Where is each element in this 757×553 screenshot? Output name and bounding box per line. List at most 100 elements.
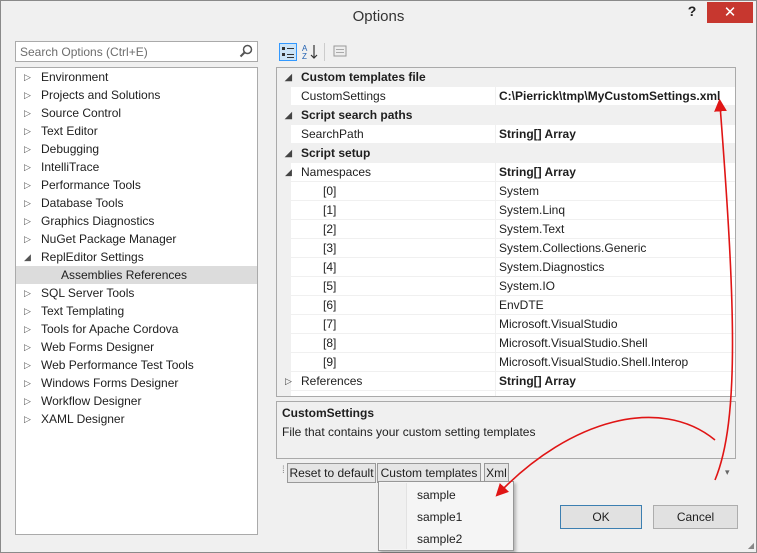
grid-property-row[interactable]: [8] Microsoft.VisualStudio.Shell (277, 334, 735, 353)
collapsed-arrow-icon[interactable]: ▷ (24, 284, 34, 302)
property-pages-button[interactable] (332, 43, 350, 61)
collapsed-arrow-icon[interactable]: ▷ (24, 158, 34, 176)
property-value[interactable]: System (499, 182, 539, 201)
property-value[interactable]: Microsoft.VisualStudio.Shell (499, 334, 648, 353)
collapsed-arrow-icon[interactable]: ▷ (24, 104, 34, 122)
tree-item[interactable]: ▷ Workflow Designer (16, 392, 257, 410)
property-value[interactable]: EnvDTE (499, 296, 544, 315)
categorized-view-button[interactable] (279, 43, 297, 61)
grid-property-row[interactable]: [0] System (277, 182, 735, 201)
close-button[interactable]: ✕ (707, 2, 753, 23)
grid-property-row[interactable]: [2] System.Text (277, 220, 735, 239)
tree-item[interactable]: ▷ Debugging (16, 140, 257, 158)
tree-item[interactable]: ▷ Tools for Apache Cordova (16, 320, 257, 338)
collapsed-arrow-icon[interactable]: ▷ (24, 140, 34, 158)
collapsed-arrow-icon[interactable]: ▷ (24, 338, 34, 356)
property-value[interactable]: System.Linq (499, 201, 565, 220)
grid-property-row[interactable]: [7] Microsoft.VisualStudio (277, 315, 735, 334)
tree-item-label: Database Tools (41, 196, 124, 210)
collapsed-arrow-icon[interactable]: ▷ (24, 194, 34, 212)
grid-property-row[interactable]: ◢ Namespaces String[] Array (277, 163, 735, 182)
tree-item[interactable]: ▷ IntelliTrace (16, 158, 257, 176)
tree-item-label: Workflow Designer (41, 394, 142, 408)
xml-button[interactable]: Xml (484, 463, 509, 483)
grid-category-row[interactable]: ◢ Script search paths (277, 106, 735, 125)
tree-item[interactable]: ▷ Web Performance Test Tools (16, 356, 257, 374)
options-tree: ▷ Environment ▷ Projects and Solutions ▷ Sour… (15, 67, 258, 535)
custom-templates-button[interactable]: Custom templates (377, 463, 481, 483)
tree-item[interactable]: Assemblies References (16, 266, 257, 284)
resize-grip-icon[interactable]: ◢ (748, 541, 754, 550)
overflow-dropdown-icon[interactable]: ▾ (725, 467, 730, 478)
property-value[interactable]: String[] Array (499, 372, 576, 391)
tree-item[interactable]: ▷ Web Forms Designer (16, 338, 257, 356)
property-value[interactable]: System.Text (499, 220, 564, 239)
property-value[interactable]: String[] Array (499, 163, 576, 182)
cancel-button[interactable]: Cancel (653, 505, 738, 529)
collapsed-arrow-icon[interactable]: ▷ (24, 176, 34, 194)
tree-item[interactable]: ▷ Source Control (16, 104, 257, 122)
grid-property-row[interactable]: [9] Microsoft.VisualStudio.Shell.Interop (277, 353, 735, 372)
collapsed-arrow-icon[interactable]: ▷ (24, 122, 34, 140)
tree-item[interactable]: ▷ Text Editor (16, 122, 257, 140)
expanded-arrow-icon[interactable]: ◢ (24, 248, 34, 266)
tree-item[interactable]: ▷ Performance Tools (16, 176, 257, 194)
grid-property-row[interactable]: [4] System.Diagnostics (277, 258, 735, 277)
expanded-arrow-icon[interactable]: ◢ (285, 144, 292, 163)
property-value[interactable]: C:\Pierrick\tmp\MyCustomSettings.xml (499, 87, 720, 106)
tree-item[interactable]: ▷ Windows Forms Designer (16, 374, 257, 392)
tree-item[interactable]: ▷ Projects and Solutions (16, 86, 257, 104)
tree-item[interactable]: ▷ NuGet Package Manager (16, 230, 257, 248)
menu-item-sample2[interactable]: sample2 (417, 529, 462, 549)
grid-property-row[interactable]: [5] System.IO (277, 277, 735, 296)
tree-item[interactable]: ▷ Text Templating (16, 302, 257, 320)
grid-property-row[interactable]: [1] System.Linq (277, 201, 735, 220)
tree-item[interactable]: ▷ SQL Server Tools (16, 284, 257, 302)
grid-property-row[interactable]: ▷ References String[] Array (277, 372, 735, 391)
collapsed-arrow-icon[interactable]: ▷ (24, 320, 34, 338)
alphabetical-view-button[interactable]: A Z (301, 43, 319, 61)
collapsed-arrow-icon[interactable]: ▷ (285, 372, 292, 391)
property-value[interactable]: Microsoft.VisualStudio (499, 315, 618, 334)
collapsed-arrow-icon[interactable]: ▷ (24, 230, 34, 248)
tree-item-label: Web Forms Designer (41, 340, 155, 354)
menu-item-sample[interactable]: sample (417, 485, 456, 505)
property-value[interactable]: System.Collections.Generic (499, 239, 646, 258)
collapsed-arrow-icon[interactable]: ▷ (24, 302, 34, 320)
grid-category-row[interactable]: ◢ Custom templates file (277, 68, 735, 87)
property-value[interactable]: System.Diagnostics (499, 258, 604, 277)
grid-property-row[interactable]: [6] EnvDTE (277, 296, 735, 315)
toolbar-grip-icon[interactable]: ⁞ (282, 465, 285, 476)
tree-item-label: Performance Tools (41, 178, 141, 192)
expanded-arrow-icon[interactable]: ◢ (285, 163, 292, 182)
grid-property-row[interactable]: [3] System.Collections.Generic (277, 239, 735, 258)
search-options-input[interactable]: Search Options (Ctrl+E) (15, 41, 258, 62)
collapsed-arrow-icon[interactable]: ▷ (24, 86, 34, 104)
tree-item[interactable]: ◢ ReplEditor Settings (16, 248, 257, 266)
tree-item[interactable]: ▷ Database Tools (16, 194, 257, 212)
collapsed-arrow-icon[interactable]: ▷ (24, 392, 34, 410)
menu-item-sample1[interactable]: sample1 (417, 507, 462, 527)
tree-item[interactable]: ▷ Environment (16, 68, 257, 86)
expanded-arrow-icon[interactable]: ◢ (285, 68, 292, 87)
property-name: References (301, 374, 363, 388)
grid-category-row[interactable]: ◢ Script setup (277, 144, 735, 163)
collapsed-arrow-icon[interactable]: ▷ (24, 212, 34, 230)
collapsed-arrow-icon[interactable]: ▷ (24, 410, 34, 428)
grid-property-row[interactable]: CustomSettings C:\Pierrick\tmp\MyCustomSe… (277, 87, 735, 106)
property-name: Script setup (301, 146, 371, 160)
tree-item[interactable]: ▷ XAML Designer (16, 410, 257, 428)
help-button[interactable]: ? (683, 3, 701, 23)
grid-property-row[interactable]: SearchPath String[] Array (277, 125, 735, 144)
property-value[interactable]: System.IO (499, 277, 555, 296)
property-value[interactable]: String[] Array (499, 125, 576, 144)
expanded-arrow-icon[interactable]: ◢ (285, 106, 292, 125)
collapsed-arrow-icon[interactable]: ▷ (24, 68, 34, 86)
property-value[interactable]: Microsoft.VisualStudio.Shell.Interop (499, 353, 688, 372)
collapsed-arrow-icon[interactable]: ▷ (24, 356, 34, 374)
collapsed-arrow-icon[interactable]: ▷ (24, 374, 34, 392)
tree-item[interactable]: ▷ Graphics Diagnostics (16, 212, 257, 230)
ok-button[interactable]: OK (560, 505, 642, 529)
description-text: File that contains your custom setting t… (282, 425, 536, 439)
reset-to-default-button[interactable]: Reset to default (287, 463, 376, 483)
